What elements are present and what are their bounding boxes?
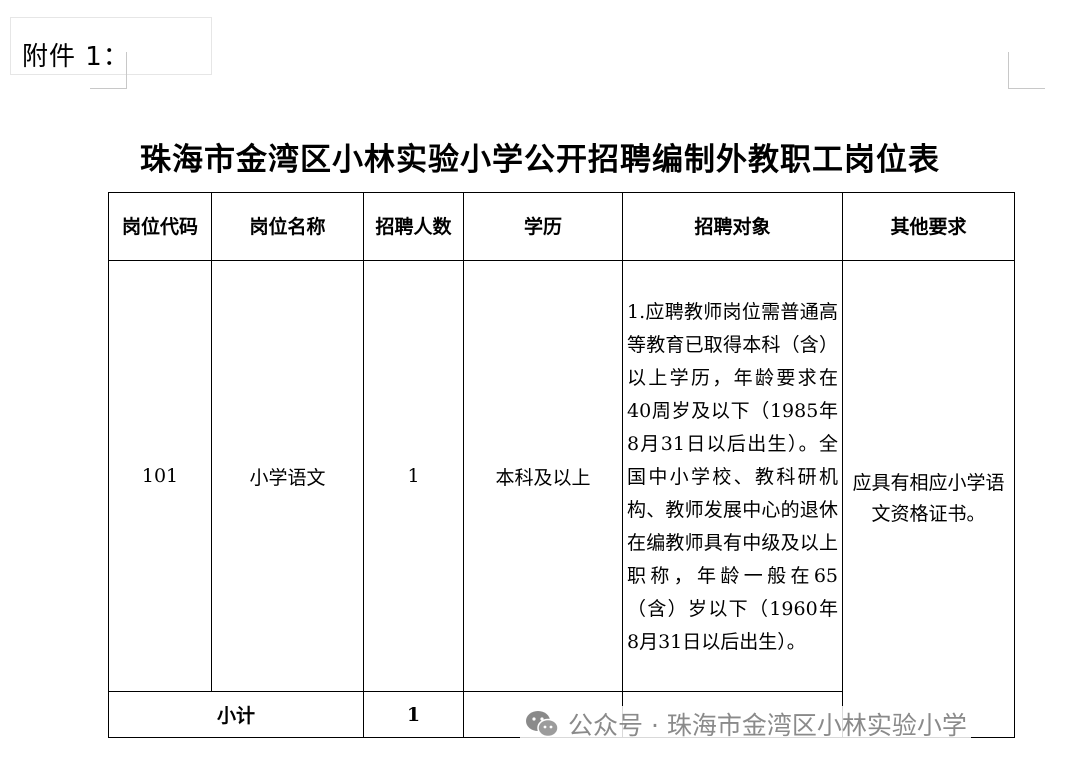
table-header-row: 岗位代码 岗位名称 招聘人数 学历 招聘对象 其他要求 — [108, 192, 1015, 261]
subtotal-count: 1 — [363, 691, 464, 738]
wechat-watermark: 公众号 · 珠海市金湾区小林实验小学 — [520, 706, 971, 742]
cell-hiring-count: 1 — [363, 260, 464, 692]
page-corner-mark-right — [1008, 52, 1045, 89]
cell-target-candidates: 1.应聘教师岗位需普通高等教育已取得本科（含）以上学历，年龄要求在40周岁及以下… — [622, 260, 843, 692]
cell-position-code: 101 — [108, 260, 212, 692]
page-corner-mark-left — [90, 52, 127, 89]
header-position-code: 岗位代码 — [108, 192, 212, 261]
wechat-icon — [526, 711, 559, 738]
cell-other-requirements: 应具有相应小学语文资格证书。 — [842, 260, 1015, 738]
watermark-text: 公众号 · 珠海市金湾区小林实验小学 — [568, 711, 967, 740]
target-candidates-text: 1.应聘教师岗位需普通高等教育已取得本科（含）以上学历，年龄要求在40周岁及以下… — [627, 300, 838, 653]
cell-position-name: 小学语文 — [211, 260, 364, 692]
header-other-requirements: 其他要求 — [842, 192, 1015, 261]
subtotal-label: 小计 — [108, 691, 364, 738]
header-position-name: 岗位名称 — [211, 192, 364, 261]
document-title: 珠海市金湾区小林实验小学公开招聘编制外教职工岗位表 — [140, 142, 940, 178]
header-education: 学历 — [463, 192, 623, 261]
header-hiring-count: 招聘人数 — [363, 192, 464, 261]
cell-education: 本科及以上 — [463, 260, 623, 692]
header-target-candidates: 招聘对象 — [622, 192, 843, 261]
table-row: 101 小学语文 1 本科及以上 1.应聘教师岗位需普通高等教育已取得本科（含）… — [108, 260, 1015, 738]
positions-table: 岗位代码 岗位名称 招聘人数 学历 招聘对象 其他要求 101 小学语文 1 本… — [108, 192, 1015, 738]
